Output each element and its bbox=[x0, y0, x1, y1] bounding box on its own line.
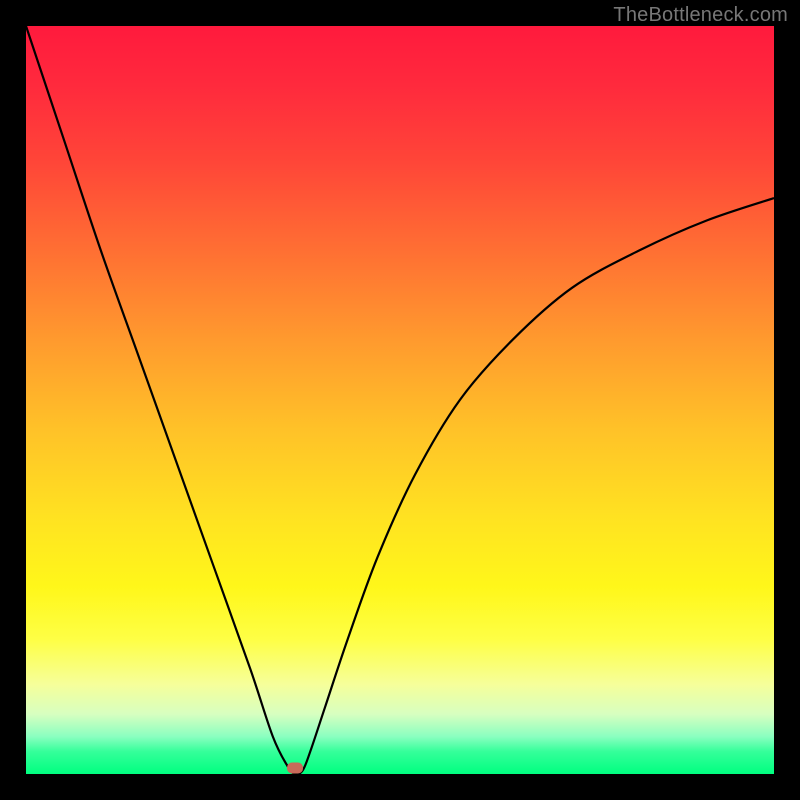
watermark-text: TheBottleneck.com bbox=[613, 4, 788, 27]
optimum-marker bbox=[287, 763, 303, 774]
plot-area bbox=[26, 26, 774, 774]
bottleneck-curve bbox=[26, 26, 774, 774]
curve-svg bbox=[26, 26, 774, 774]
